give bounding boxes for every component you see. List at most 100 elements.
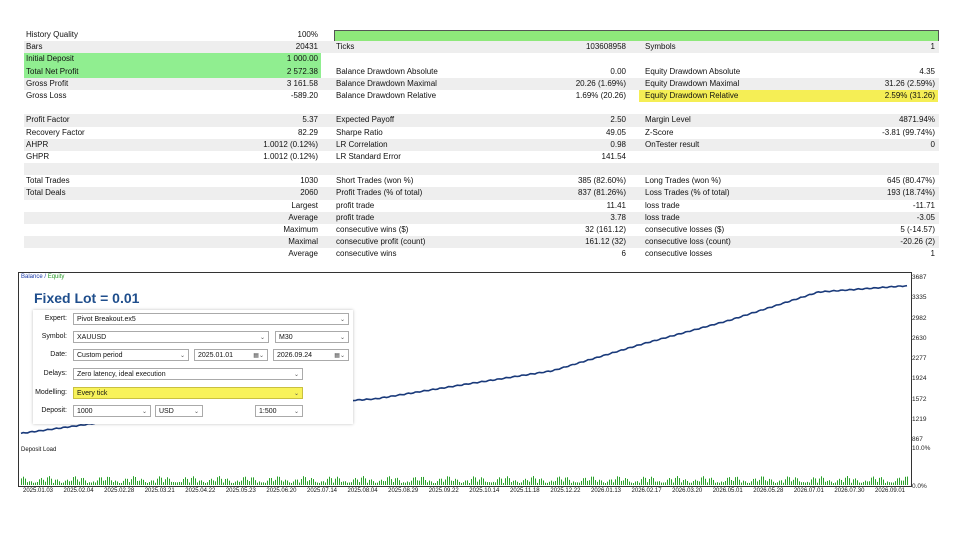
x-axis: 2025.01.03 2025.02.04 2025.02.28 2025.03.21… [18, 488, 910, 498]
deposit-load-bar [535, 478, 536, 485]
deposit-load-bar [125, 478, 126, 485]
deposit-load-bar [837, 480, 838, 485]
deposit-load-bar [619, 476, 620, 485]
date-row: Date: Custom period ⌄ 2025.01.01 ▦⌄ 2026.0… [33, 348, 353, 362]
report-value-2: 141.54 [601, 151, 626, 161]
report-row: Average profit trade 3.78 loss trade -3.05 [24, 211, 939, 224]
deposit-load-bar [303, 476, 304, 485]
deposit-load-bar [105, 480, 106, 485]
date-from-input[interactable]: 2025.01.01 ▦⌄ [194, 349, 268, 361]
deposit-load-bar [549, 481, 550, 485]
deposit-load-bar [643, 476, 644, 485]
report-value-1: 2060 [300, 188, 318, 198]
deposit-load-bar [509, 478, 510, 485]
deposit-load-bar [205, 482, 206, 485]
report-row: Average consecutive wins 6 consecutive loss… [24, 248, 939, 260]
deposit-load-bar [219, 476, 220, 485]
deposit-load-bar [23, 476, 24, 485]
deposit-load-bar [73, 477, 74, 485]
deposit-load-bar [145, 482, 146, 485]
deposit-load-bar [559, 476, 560, 485]
deposit-load-bar [299, 482, 300, 485]
deposit-load-bar [889, 482, 890, 485]
deposit-load-bar [511, 482, 512, 485]
deposit-load-bar [97, 480, 98, 485]
x-tick-label: 2025.10.14 [469, 488, 500, 494]
report-value-1: 1 000.00 [286, 54, 318, 64]
expert-row: Expert: Pivot Breakout.ex5 ⌄ [33, 312, 353, 326]
deposit-load-bar [495, 482, 496, 485]
report-value-3: -20.26 (2) [900, 237, 935, 247]
deposit-load-bar [233, 482, 234, 485]
deposit-load-bar [525, 478, 526, 485]
deposit-load-bar [695, 479, 696, 485]
deposit-load-bar [877, 481, 878, 485]
deposit-load-bar [709, 478, 710, 485]
currency-value: USD [159, 408, 174, 415]
symbol-select[interactable]: XAUUSD ⌄ [73, 331, 269, 343]
deposit-load-bar [769, 478, 770, 485]
deposit-load-bar [419, 480, 420, 485]
deposit-load-bar [481, 477, 482, 485]
delays-value: Zero latency, ideal execution [77, 371, 166, 378]
modelling-select[interactable]: Every tick ⌄ [73, 387, 303, 399]
deposit-load-bar [109, 477, 110, 485]
report-value-1: 2 572.38 [286, 66, 318, 76]
calendar-icon[interactable]: ▦⌄ [253, 350, 264, 360]
deposit-load-bar [359, 482, 360, 485]
chevron-down-icon: ⌄ [179, 353, 185, 359]
deposit-load-bar [63, 482, 64, 485]
deposit-load-bar [87, 482, 88, 485]
deposit-load-bar [531, 477, 532, 485]
report-value-2: 3.78 [610, 212, 626, 222]
currency-select[interactable]: USD ⌄ [155, 405, 203, 417]
deposit-load-bar [43, 479, 44, 485]
deposit-load-bar [119, 482, 120, 485]
deposit-load-bar [477, 481, 478, 485]
deposit-load-bar [825, 481, 826, 485]
x-tick-label: 2025.02.04 [63, 488, 94, 494]
deposit-load-bar [581, 480, 582, 485]
deposit-load-bar [591, 476, 592, 485]
deposit-load-bar [293, 481, 294, 485]
deposit-load-bar [351, 482, 352, 485]
deposit-load-bar [217, 477, 218, 485]
chevron-down-icon: ⌄ [141, 409, 147, 415]
leverage-select[interactable]: 1:500 ⌄ [255, 405, 303, 417]
deposit-load-bar [445, 479, 446, 485]
date-to-input[interactable]: 2026.09.24 ▦⌄ [273, 349, 349, 361]
deposit-load-bar [615, 479, 616, 485]
deposit-load-bar [273, 481, 274, 485]
expert-select[interactable]: Pivot Breakout.ex5 ⌄ [73, 313, 349, 325]
calendar-icon[interactable]: ▦⌄ [334, 350, 345, 360]
deposit-load-bar [827, 480, 828, 485]
deposit-load-bar [207, 482, 208, 485]
deposit-load-bar [703, 476, 704, 485]
deposit-load-bar [79, 481, 80, 485]
deposit-load-bar [283, 481, 284, 485]
deposit-load-bar [85, 480, 86, 485]
deposit-select[interactable]: 1000 ⌄ [73, 405, 151, 417]
deposit-load-bar [739, 479, 740, 485]
report-value-3: 1 [930, 42, 935, 52]
deposit-load-bar [143, 479, 144, 485]
deposit-load-bar [439, 478, 440, 485]
deposit-load-bar [99, 477, 100, 485]
deposit-load-bar [447, 476, 448, 485]
period-select[interactable]: M30 ⌄ [275, 331, 349, 343]
deposit-load-bar [839, 478, 840, 485]
deposit-load-bar [675, 477, 676, 485]
deposit-load-bar [789, 477, 790, 485]
deposit-row: Deposit: 1000 ⌄ USD ⌄ 1:500 ⌄ [33, 404, 353, 418]
delays-select[interactable]: Zero latency, ideal execution ⌄ [73, 368, 303, 380]
deposit-load-bar [175, 482, 176, 485]
deposit-load-bar [181, 482, 182, 485]
y-tick-label: 1924 [912, 375, 927, 383]
deposit-load-bar [725, 480, 726, 485]
deposit-load-bar [399, 480, 400, 485]
deposit-load-bar [55, 479, 56, 485]
deposit-load-bar [223, 482, 224, 485]
deposit-load-bar [609, 479, 610, 485]
deposit-load-bar [295, 479, 296, 485]
date-mode-select[interactable]: Custom period ⌄ [73, 349, 189, 361]
